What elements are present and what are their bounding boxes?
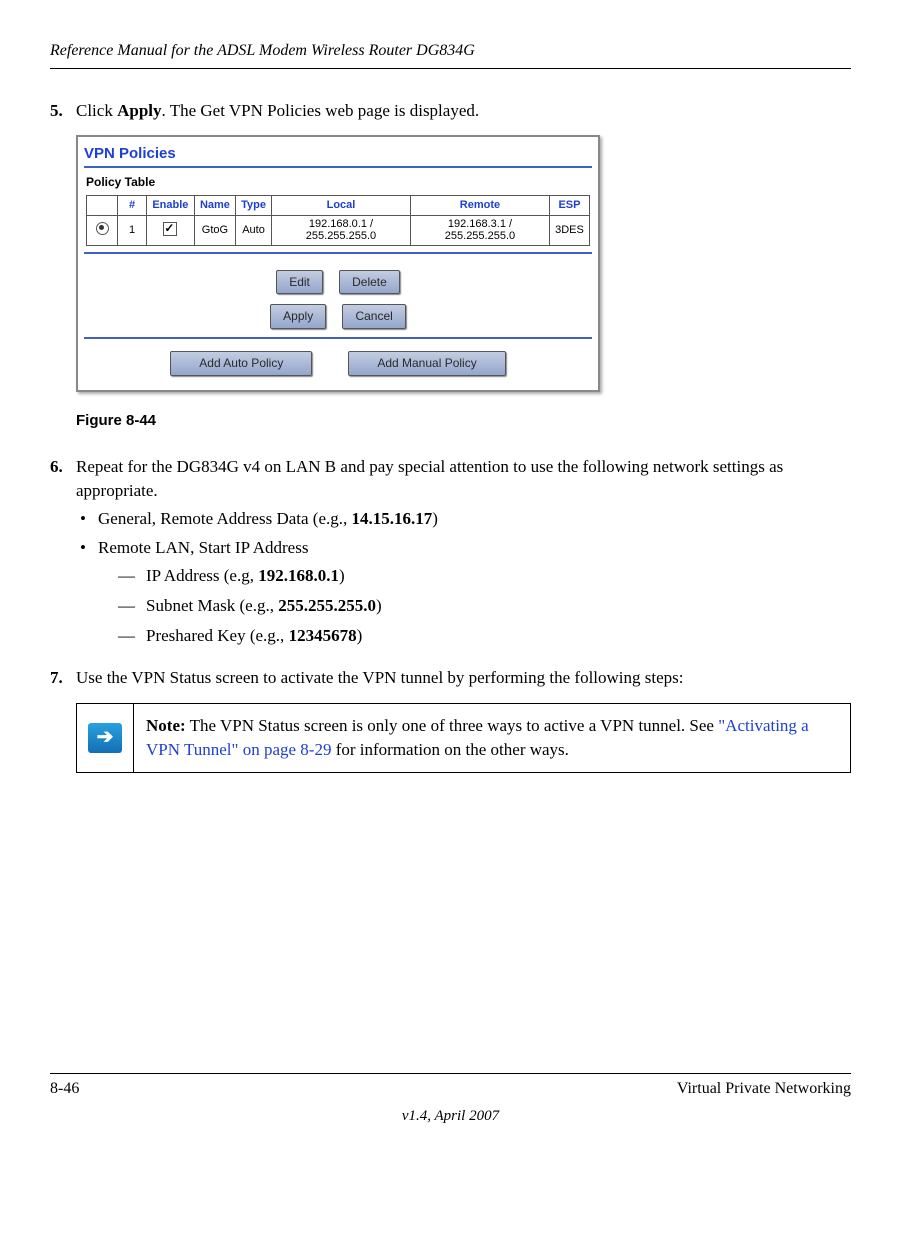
dash3-pre: Preshared Key (e.g., [146, 626, 289, 645]
step6-text: Repeat for the DG834G v4 on LAN B and pa… [76, 455, 851, 503]
bullet1-post: ) [432, 509, 438, 528]
dash2-post: ) [376, 596, 382, 615]
step5-prefix: Click [76, 101, 117, 120]
col-local: Local [271, 195, 410, 215]
edit-button[interactable]: Edit [276, 270, 323, 295]
radio-icon[interactable] [96, 222, 109, 235]
dash1-bold: 192.168.0.1 [258, 566, 339, 585]
page-footer: 8-46 Virtual Private Networking [50, 1073, 851, 1100]
policy-table-label: Policy Table [78, 174, 598, 195]
note-icon-cell [77, 704, 134, 773]
dash3-bold: 12345678 [289, 626, 357, 645]
figure-caption: Figure 8-44 [76, 410, 851, 431]
step-number: 5. [50, 99, 76, 123]
dash-preshared-key: Preshared Key (e.g., 12345678) [118, 624, 851, 648]
cancel-button[interactable]: Cancel [342, 304, 405, 329]
note-body2: for information on the other ways. [331, 740, 568, 759]
row-remote: 192.168.3.1 / 255.255.255.0 [410, 216, 549, 245]
bullet1-bold: 14.15.16.17 [352, 509, 433, 528]
dash-subnet-mask: Subnet Mask (e.g., 255.255.255.0) [118, 594, 851, 618]
document-header: Reference Manual for the ADSL Modem Wire… [50, 40, 851, 69]
step-number: 6. [50, 455, 76, 654]
row-type: Auto [236, 216, 272, 245]
note-text: Note: The VPN Status screen is only one … [134, 704, 851, 773]
step-number: 7. [50, 666, 76, 690]
row-radio[interactable] [87, 216, 118, 245]
dash1-post: ) [339, 566, 345, 585]
note-box: Note: The VPN Status screen is only one … [76, 703, 851, 773]
vpn-policies-title: VPN Policies [78, 137, 598, 166]
step5-suffix: . The Get VPN Policies web page is displ… [162, 101, 480, 120]
footer-right: Virtual Private Networking [677, 1078, 851, 1100]
table-row: 1 GtoG Auto 192.168.0.1 / 255.255.255.0 … [87, 216, 590, 245]
step-body: Repeat for the DG834G v4 on LAN B and pa… [76, 455, 851, 654]
footer-center: v1.4, April 2007 [50, 1106, 851, 1127]
col-enable: Enable [147, 195, 195, 215]
step-body: Click Apply. The Get VPN Policies web pa… [76, 99, 851, 123]
delete-button[interactable]: Delete [339, 270, 400, 295]
col-esp: ESP [549, 195, 589, 215]
col-remote: Remote [410, 195, 549, 215]
policy-table: # Enable Name Type Local Remote ESP 1 Gt… [86, 195, 590, 246]
col-radio [87, 195, 118, 215]
col-num: # [118, 195, 147, 215]
row-enable[interactable] [147, 216, 195, 245]
dash2-bold: 255.255.255.0 [278, 596, 376, 615]
add-manual-policy-button[interactable]: Add Manual Policy [348, 351, 505, 376]
row-local: 192.168.0.1 / 255.255.255.0 [271, 216, 410, 245]
col-type: Type [236, 195, 272, 215]
arrow-right-icon [88, 723, 122, 753]
dash1-pre: IP Address (e.g, [146, 566, 258, 585]
step-7: 7. Use the VPN Status screen to activate… [50, 666, 851, 690]
row-name: GtoG [194, 216, 235, 245]
note-body1: The VPN Status screen is only one of thr… [186, 716, 719, 735]
bullet-remote-lan: Remote LAN, Start IP Address IP Address … [76, 536, 851, 647]
step-5: 5. Click Apply. The Get VPN Policies web… [50, 99, 851, 123]
dash-ip-address: IP Address (e.g, 192.168.0.1) [118, 564, 851, 588]
vpn-policies-figure: VPN Policies Policy Table # Enable Name … [76, 135, 600, 392]
col-name: Name [194, 195, 235, 215]
step-body: Use the VPN Status screen to activate th… [76, 666, 851, 690]
note-lead: Note: [146, 716, 186, 735]
step-6: 6. Repeat for the DG834G v4 on LAN B and… [50, 455, 851, 654]
dash2-pre: Subnet Mask (e.g., [146, 596, 278, 615]
apply-button[interactable]: Apply [270, 304, 326, 329]
row-esp: 3DES [549, 216, 589, 245]
bullet1-pre: General, Remote Address Data (e.g., [98, 509, 352, 528]
checkbox-icon[interactable] [163, 222, 177, 236]
bullet2-text: Remote LAN, Start IP Address [98, 538, 308, 557]
add-auto-policy-button[interactable]: Add Auto Policy [170, 351, 312, 376]
dash3-post: ) [357, 626, 363, 645]
row-num: 1 [118, 216, 147, 245]
footer-left: 8-46 [50, 1078, 79, 1100]
bullet-remote-address: General, Remote Address Data (e.g., 14.1… [76, 507, 851, 531]
step5-bold: Apply [117, 101, 161, 120]
